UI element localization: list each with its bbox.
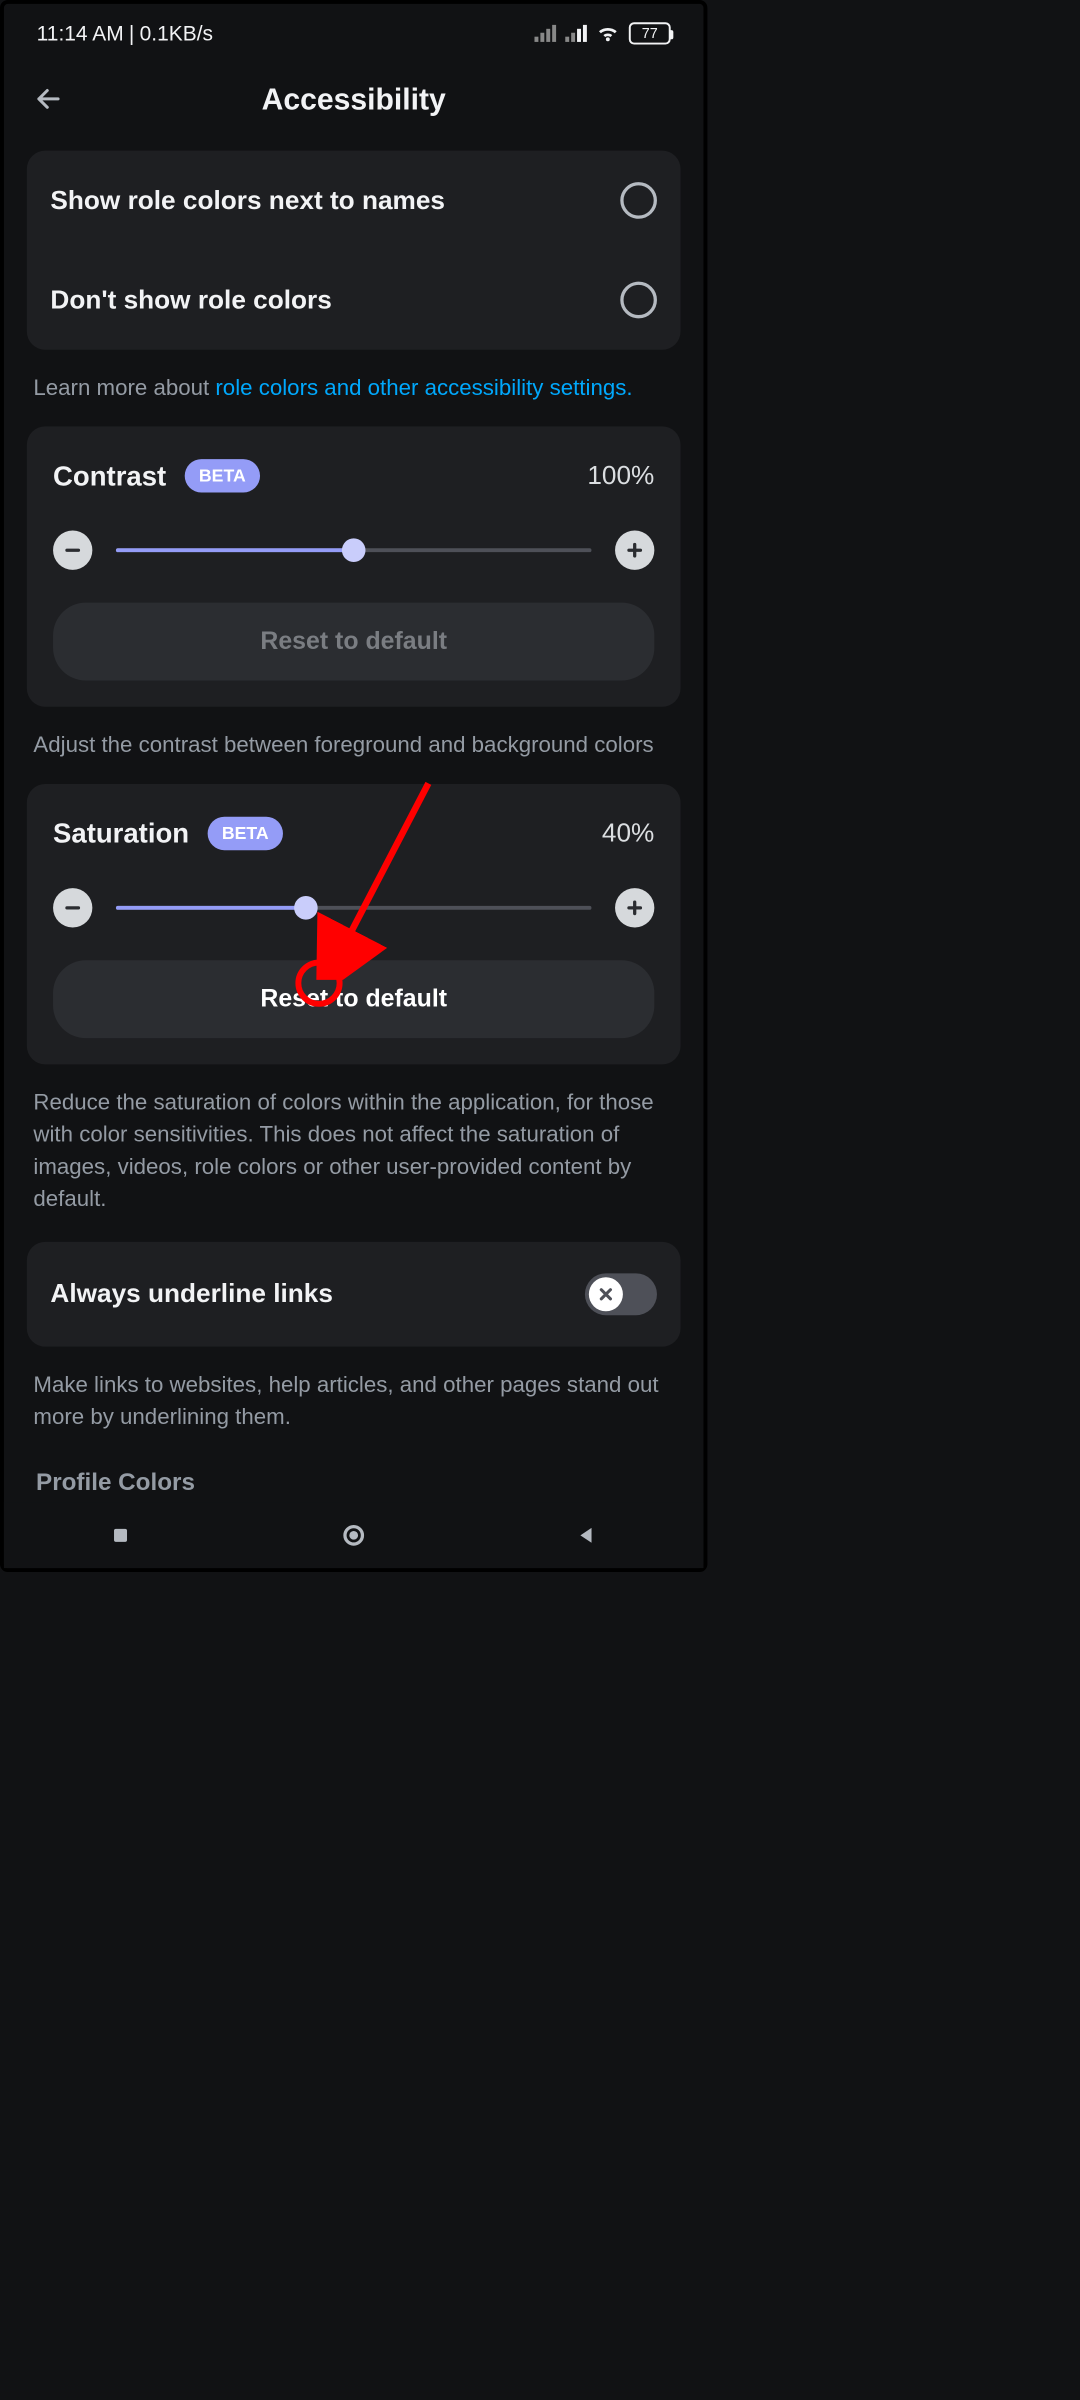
back-button[interactable] (30, 81, 66, 117)
contrast-value: 100% (587, 461, 654, 490)
page-title: Accessibility (4, 81, 704, 116)
toggle-always-underline-links[interactable]: Always underline links (27, 1242, 681, 1347)
profile-colors-heading: Profile Colors (27, 1456, 681, 1497)
app-header: Accessibility (4, 63, 704, 135)
underline-links-card: Always underline links (27, 1242, 681, 1347)
toggle-knob-off (589, 1277, 623, 1311)
status-time: 11:14 AM (37, 21, 124, 45)
contrast-slider[interactable] (116, 548, 592, 552)
radio-show-role-colors-next-to-names[interactable]: Show role colors next to names (27, 151, 681, 251)
status-bar: 11:14 AM | 0.1KB/s 77 (4, 4, 704, 63)
radio-icon (620, 182, 657, 219)
contrast-card: Contrast BETA 100% Reset to default (27, 427, 681, 707)
increase-button[interactable] (615, 888, 654, 927)
saturation-title: Saturation (53, 818, 189, 849)
back-nav-button[interactable] (571, 1520, 602, 1551)
increase-button[interactable] (615, 531, 654, 570)
contrast-title: Contrast (53, 460, 166, 491)
role-colors-hint: Learn more about role colors and other a… (27, 350, 681, 427)
saturation-hint: Reduce the saturation of colors within t… (27, 1064, 681, 1238)
status-speed: 0.1KB/s (140, 21, 213, 45)
signal-icon (565, 25, 587, 42)
saturation-value: 40% (602, 818, 654, 847)
radio-dont-show-role-colors[interactable]: Don't show role colors (27, 250, 681, 350)
recent-apps-button[interactable] (105, 1520, 136, 1551)
signal-icon (534, 25, 556, 42)
slider-thumb[interactable] (342, 539, 366, 563)
beta-badge: BETA (207, 817, 283, 850)
beta-badge: BETA (185, 459, 261, 492)
system-nav-bar (4, 1503, 704, 1569)
role-colors-card: Show role colors next to names Don't sho… (27, 151, 681, 350)
toggle-switch[interactable] (585, 1273, 657, 1315)
radio-icon (620, 282, 657, 319)
radio-label: Show role colors next to names (50, 186, 445, 215)
wifi-icon (596, 24, 620, 44)
home-button[interactable] (338, 1520, 369, 1551)
radio-label: Don't show role colors (50, 285, 331, 314)
contrast-reset-button[interactable]: Reset to default (53, 603, 654, 681)
decrease-button[interactable] (53, 888, 92, 927)
underline-links-hint: Make links to websites, help articles, a… (27, 1347, 681, 1456)
decrease-button[interactable] (53, 531, 92, 570)
battery-icon: 77 (629, 22, 671, 44)
toggle-label: Always underline links (50, 1279, 332, 1308)
role-colors-link[interactable]: role colors and other accessibility sett… (215, 375, 632, 400)
annotation-arrow (310, 770, 454, 980)
